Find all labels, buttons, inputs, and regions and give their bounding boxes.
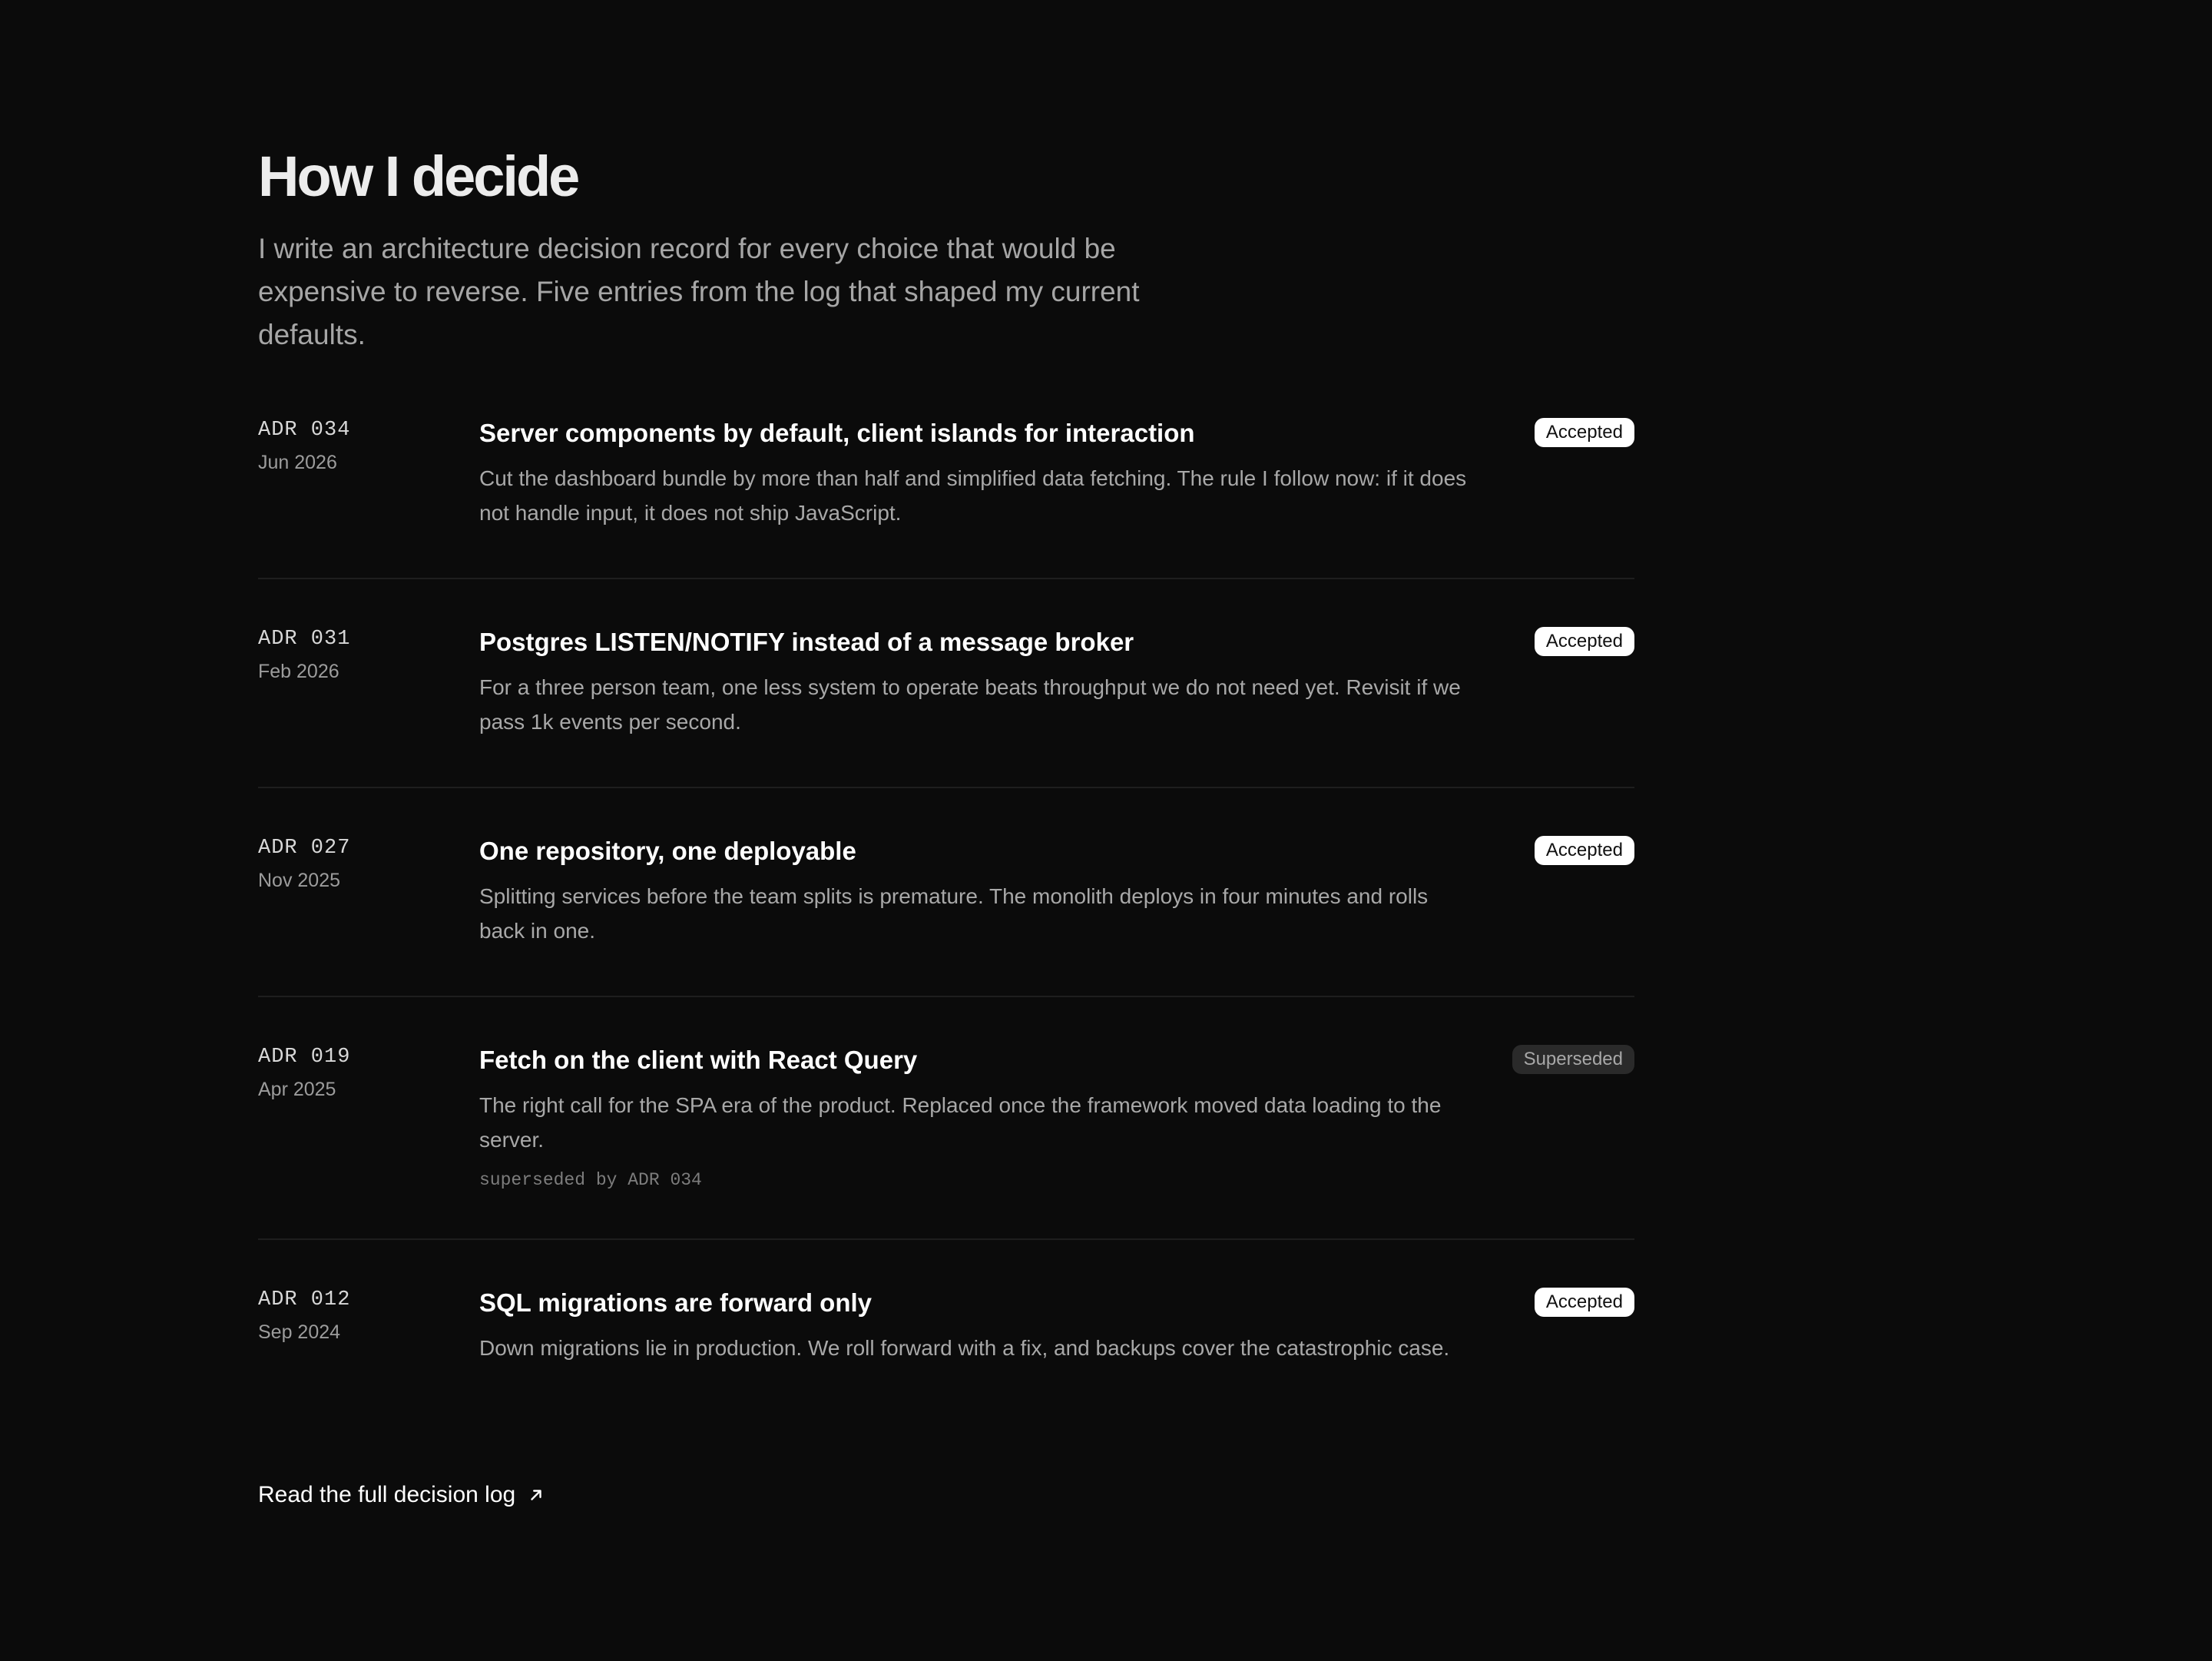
adr-row: ADR 034 Jun 2026 Server components by de…: [258, 416, 1634, 579]
adr-id: ADR 019: [258, 1046, 351, 1069]
decision-log-section: How I decide I write an architecture dec…: [258, 140, 1634, 1512]
adr-meta: ADR 027 Nov 2025: [258, 834, 479, 950]
adr-row: ADR 019 Apr 2025 Fetch on the client wit…: [258, 1043, 1634, 1240]
adr-meta: ADR 012 Sep 2024: [258, 1286, 479, 1401]
adr-date: Jun 2026: [258, 452, 337, 473]
status-badge: Accepted: [1534, 627, 1634, 656]
adr-meta: ADR 034 Jun 2026: [258, 416, 479, 532]
page-title: How I decide: [258, 144, 580, 208]
status-badge: Accepted: [1534, 836, 1634, 865]
adr-body: One repository, one deployable Splitting…: [479, 834, 1478, 950]
adr-body: Server components by default, client isl…: [479, 416, 1478, 532]
status-badge: Accepted: [1534, 418, 1634, 447]
adr-summary: Cut the dashboard bundle by more than ha…: [479, 466, 1467, 525]
adr-meta: ADR 019 Apr 2025: [258, 1043, 479, 1192]
adr-title: SQL migrations are forward only: [479, 1288, 873, 1317]
adr-title: One repository, one deployable: [479, 837, 856, 865]
adr-row: ADR 012 Sep 2024 SQL migrations are forw…: [258, 1286, 1634, 1447]
adr-summary: For a three person team, one less system…: [479, 675, 1461, 734]
status-badge: Accepted: [1534, 1288, 1634, 1317]
adr-summary: The right call for the SPA era of the pr…: [479, 1093, 1442, 1152]
arrow-up-right-icon: [531, 1490, 541, 1500]
page-intro: I write an architecture decision record …: [258, 233, 1140, 350]
adr-date: Feb 2026: [258, 661, 339, 682]
adr-body: Postgres LISTEN/NOTIFY instead of a mess…: [479, 625, 1478, 741]
adr-id: ADR 012: [258, 1288, 351, 1311]
full-decision-log-link[interactable]: Read the full decision log: [258, 1478, 545, 1512]
adr-list: ADR 034 Jun 2026 Server components by de…: [258, 416, 1634, 1447]
adr-id: ADR 027: [258, 837, 351, 860]
adr-title: Server components by default, client isl…: [479, 419, 1195, 447]
adr-row: ADR 027 Nov 2025 One repository, one dep…: [258, 834, 1634, 997]
adr-summary: Splitting services before the team split…: [479, 884, 1429, 943]
full-decision-log-link-label: Read the full decision log: [258, 1482, 516, 1507]
adr-id: ADR 034: [258, 419, 351, 442]
adr-id: ADR 031: [258, 628, 351, 651]
adr-body: Fetch on the client with React Query The…: [479, 1043, 1478, 1192]
adr-date: Apr 2025: [258, 1079, 336, 1100]
adr-title: Fetch on the client with React Query: [479, 1046, 918, 1074]
superseded-note: superseded by ADR 034: [479, 1170, 702, 1190]
adr-summary: Down migrations lie in production. We ro…: [479, 1336, 1450, 1360]
adr-title: Postgres LISTEN/NOTIFY instead of a mess…: [479, 628, 1134, 656]
status-badge: Superseded: [1512, 1045, 1634, 1074]
adr-row: ADR 031 Feb 2026 Postgres LISTEN/NOTIFY …: [258, 625, 1634, 788]
adr-date: Nov 2025: [258, 870, 341, 891]
adr-body: SQL migrations are forward only Down mig…: [479, 1286, 1478, 1401]
adr-meta: ADR 031 Feb 2026: [258, 625, 479, 741]
adr-date: Sep 2024: [258, 1321, 341, 1343]
